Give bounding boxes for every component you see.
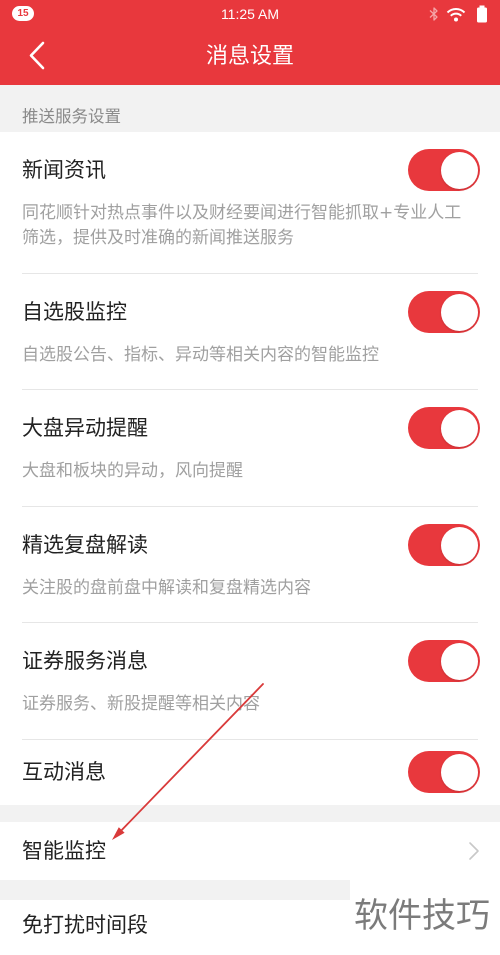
bluetooth-glyph <box>429 7 438 21</box>
setting-item-news: 新闻资讯 同花顺针对热点事件以及财经要闻进行智能抓取+专业人工筛选，提供及时准确… <box>0 132 500 274</box>
setting-item-title: 新闻资讯 <box>22 158 106 182</box>
wifi-dot <box>454 17 458 22</box>
smart-monitor-row[interactable]: 智能监控 <box>0 822 500 880</box>
watermark: 软件技巧 <box>350 880 500 955</box>
wifi-arc-middle <box>450 12 462 17</box>
watchlist-monitor-toggle[interactable] <box>408 291 480 333</box>
battery-body <box>477 7 487 23</box>
do-not-disturb-label: 免打扰时间段 <box>22 913 148 937</box>
market-review-toggle[interactable] <box>408 524 480 566</box>
toggle-knob <box>440 753 478 791</box>
page-title: 消息设置 <box>205 44 294 69</box>
toggle-knob <box>440 293 478 331</box>
setting-item-description: 证券服务、新股提醒等相关内容 <box>22 694 260 714</box>
chevron-left-icon <box>29 41 45 70</box>
interaction-toggle[interactable] <box>408 751 480 793</box>
smart-monitor-label: 智能监控 <box>22 839 106 863</box>
status-time: 11:25 AM <box>220 6 280 22</box>
chevron-left-glyph <box>29 41 45 70</box>
chevron-right-glyph <box>469 842 479 860</box>
wifi-icon <box>446 8 466 22</box>
setting-item-title: 互动消息 <box>22 760 106 784</box>
market-alert-toggle[interactable] <box>408 407 480 449</box>
message-settings-screen: 15 11:25 AM 消息设置 推送服务设置 新闻资讯 同花顺针对热点事件以及… <box>0 0 500 955</box>
setting-item-title: 大盘异动提醒 <box>22 416 148 440</box>
setting-item-market-review: 精选复盘解读 关注股的盘前盘中解读和复盘精选内容 <box>0 507 500 623</box>
setting-item-securities-service: 证券服务消息 证券服务、新股提醒等相关内容 <box>0 623 500 740</box>
setting-item-description: 大盘和板块的异动，风向提醒 <box>22 461 243 481</box>
watermark-text: 软件技巧 <box>354 896 490 936</box>
section-label-push-settings: 推送服务设置 <box>22 107 121 126</box>
toggle-knob <box>440 526 478 564</box>
battery-nub <box>479 5 485 8</box>
setting-item-interaction: 互动消息 <box>0 740 500 805</box>
setting-item-description: 自选股公告、指标、异动等相关内容的智能监控 <box>22 345 379 365</box>
toggle-knob <box>440 642 478 680</box>
setting-item-description: 同花顺针对热点事件以及财经要闻进行智能抓取+专业人工筛选，提供及时准确的新闻推送… <box>22 203 462 248</box>
back-button[interactable] <box>22 38 52 74</box>
notification-count-badge: 15 <box>12 6 34 21</box>
toggle-knob <box>440 409 478 447</box>
top-bar: 15 11:25 AM 消息设置 <box>0 0 500 85</box>
news-toggle[interactable] <box>408 149 480 191</box>
setting-item-title: 证券服务消息 <box>22 649 148 673</box>
wifi-arc-outer <box>446 8 466 14</box>
bluetooth-icon <box>429 7 438 21</box>
setting-item-description: 关注股的盘前盘中解读和复盘精选内容 <box>22 578 311 598</box>
setting-item-watchlist-monitor: 自选股监控 自选股公告、指标、异动等相关内容的智能监控 <box>0 274 500 390</box>
setting-item-market-alert: 大盘异动提醒 大盘和板块的异动，风向提醒 <box>0 390 500 507</box>
setting-item-title: 精选复盘解读 <box>22 533 148 557</box>
battery-icon <box>477 5 487 23</box>
securities-service-toggle[interactable] <box>408 640 480 682</box>
setting-item-title: 自选股监控 <box>22 300 127 324</box>
toggle-knob <box>440 151 478 189</box>
chevron-right-icon <box>469 842 479 860</box>
